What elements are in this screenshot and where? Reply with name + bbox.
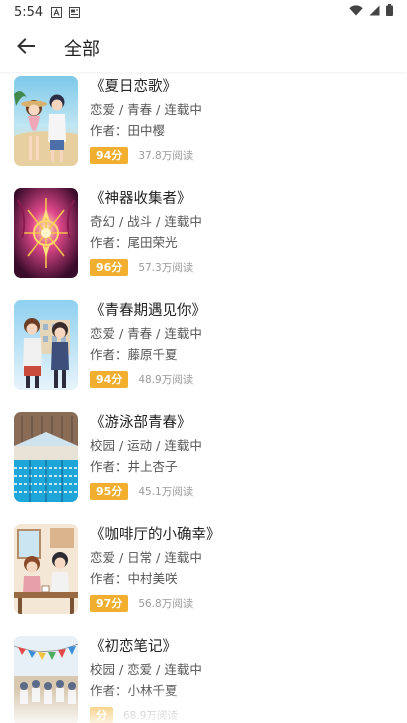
- read-count: 48.9万阅读: [138, 373, 194, 386]
- book-tags: 恋爱 / 日常 / 连载中: [90, 550, 202, 565]
- wifi-icon: [349, 4, 363, 20]
- book-meta: 95分 45.1万阅读: [90, 482, 390, 500]
- book-meta: 97分 56.8万阅读: [90, 594, 390, 612]
- book-item[interactable]: 《游泳部青春》 校园 / 运动 / 连载中 作者：井上杏子 95分 45.1万阅…: [14, 412, 394, 504]
- score-badge: 97分: [90, 594, 129, 612]
- book-title: 《青春期遇见你》: [90, 303, 206, 319]
- book-info: 《神器收集者》 奇幻 / 战斗 / 连载中 作者：尾田荣光 96分 57.3万阅…: [90, 188, 390, 276]
- book-item[interactable]: 《咖啡厅的小确幸》 恋爱 / 日常 / 连载中 作者：中村美咲 97分 56.8…: [14, 524, 394, 616]
- status-time: 5:54: [14, 4, 44, 20]
- book-cover: [14, 76, 78, 166]
- book-cover: [14, 636, 78, 723]
- book-info: 《初恋笔记》 校园 / 恋爱 / 连载中 作者：小林千夏 分 68.9万阅读: [90, 636, 390, 723]
- book-author: 作者：田中樱: [90, 123, 166, 138]
- book-tags: 恋爱 / 青春 / 连载中: [90, 102, 202, 117]
- book-author: 作者：藤原千夏: [90, 347, 178, 362]
- app-bar: 全部: [0, 24, 407, 72]
- book-item[interactable]: 《神器收集者》 奇幻 / 战斗 / 连载中 作者：尾田荣光 96分 57.3万阅…: [14, 188, 394, 280]
- book-cover: [14, 524, 78, 614]
- read-count: 57.3万阅读: [138, 261, 194, 274]
- read-count: 45.1万阅读: [138, 485, 194, 498]
- book-tags: 奇幻 / 战斗 / 连载中: [90, 214, 202, 229]
- book-tags: 校园 / 运动 / 连载中: [90, 438, 202, 453]
- score-badge: 96分: [90, 258, 129, 276]
- book-author: 作者：小林千夏: [90, 683, 178, 698]
- book-author: 作者：井上杏子: [90, 459, 178, 474]
- notification-a-icon: [51, 6, 63, 18]
- book-info: 《游泳部青春》 校园 / 运动 / 连载中 作者：井上杏子 95分 45.1万阅…: [90, 412, 390, 500]
- book-title: 《咖啡厅的小确幸》: [90, 527, 221, 543]
- book-tags: 校园 / 恋爱 / 连载中: [90, 662, 202, 677]
- score-badge: 94分: [90, 370, 129, 388]
- book-author: 作者：尾田荣光: [90, 235, 178, 250]
- book-tags: 恋爱 / 青春 / 连载中: [90, 326, 202, 341]
- read-count: 68.9万阅读: [123, 709, 178, 722]
- arrow-left-icon: [16, 36, 36, 60]
- read-count: 56.8万阅读: [138, 597, 194, 610]
- score-badge: 95分: [90, 482, 129, 500]
- book-item[interactable]: 《青春期遇见你》 恋爱 / 青春 / 连载中 作者：藤原千夏 94分 48.9万…: [14, 300, 394, 392]
- back-button[interactable]: [12, 34, 40, 62]
- book-item[interactable]: 《初恋笔记》 校园 / 恋爱 / 连载中 作者：小林千夏 分 68.9万阅读: [14, 636, 394, 723]
- status-bar: 5:54: [0, 0, 407, 24]
- book-author: 作者：中村美咲: [90, 571, 178, 586]
- book-title: 《夏日恋歌》: [90, 79, 177, 95]
- signal-icon: [369, 5, 380, 20]
- book-meta: 96分 57.3万阅读: [90, 258, 390, 276]
- book-title: 《神器收集者》: [90, 191, 192, 207]
- book-cover: [14, 412, 78, 502]
- book-info: 《青春期遇见你》 恋爱 / 青春 / 连载中 作者：藤原千夏 94分 48.9万…: [90, 300, 390, 388]
- notification-card-icon: [69, 6, 81, 18]
- book-list: 《夏日恋歌》 恋爱 / 青春 / 连载中 作者：田中樱 94分 37.8万阅读: [0, 73, 407, 723]
- book-meta: 分 68.9万阅读: [90, 706, 390, 723]
- status-right-group: [349, 4, 393, 20]
- battery-icon: [386, 4, 393, 20]
- score-badge: 94分: [90, 146, 129, 164]
- book-meta: 94分 48.9万阅读: [90, 370, 390, 388]
- book-title: 《游泳部青春》: [90, 415, 192, 431]
- book-info: 《夏日恋歌》 恋爱 / 青春 / 连载中 作者：田中樱 94分 37.8万阅读: [90, 76, 390, 164]
- page-title: 全部: [64, 39, 100, 60]
- book-cover: [14, 300, 78, 390]
- read-count: 37.8万阅读: [138, 149, 194, 162]
- book-meta: 94分 37.8万阅读: [90, 146, 390, 164]
- score-badge: 分: [90, 706, 113, 723]
- book-item[interactable]: 《夏日恋歌》 恋爱 / 青春 / 连载中 作者：田中樱 94分 37.8万阅读: [14, 76, 394, 168]
- book-cover: [14, 188, 78, 278]
- book-title: 《初恋笔记》: [90, 639, 177, 655]
- book-info: 《咖啡厅的小确幸》 恋爱 / 日常 / 连载中 作者：中村美咲 97分 56.8…: [90, 524, 390, 612]
